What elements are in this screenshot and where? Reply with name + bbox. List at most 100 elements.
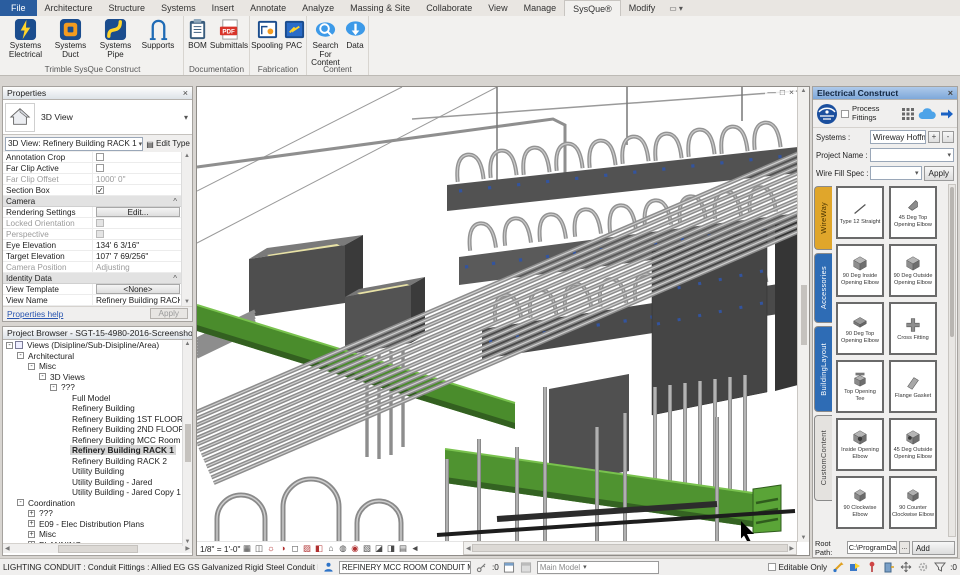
fitting-card[interactable]: Flange Gasket xyxy=(889,360,937,413)
ribbon-display-toggle[interactable]: ▭▾ xyxy=(663,0,689,16)
worksharing-display-icon[interactable]: ▧ xyxy=(361,542,372,555)
tree-item[interactable]: ??? xyxy=(3,508,192,519)
submittals-button[interactable]: PDF Submittals xyxy=(210,18,248,51)
tab-architecture[interactable]: Architecture xyxy=(37,0,101,16)
scale-label[interactable]: 1/8" = 1'-0" xyxy=(200,544,240,554)
unlock-view-icon[interactable]: ⌂ xyxy=(325,542,336,555)
target-elevation-value[interactable]: 107' 7 69/256" xyxy=(93,251,180,261)
tree-item[interactable]: Refinery Building MCC Room xyxy=(3,435,192,446)
fitting-card[interactable]: 90 Deg Top Opening Elbow xyxy=(836,302,884,355)
process-fittings-checkbox[interactable] xyxy=(841,110,849,118)
tab-massing-site[interactable]: Massing & Site xyxy=(342,0,418,16)
expand-box-icon[interactable] xyxy=(28,541,35,544)
collapse-bar-icon[interactable]: ◄ xyxy=(409,542,420,555)
expand-box-icon[interactable] xyxy=(28,520,35,527)
tab-manage[interactable]: Manage xyxy=(516,0,565,16)
fitting-card[interactable]: 90 Clockwise Elbow xyxy=(836,476,884,529)
collapse-box-icon[interactable] xyxy=(17,352,24,359)
shadows-icon[interactable]: ◑ xyxy=(277,542,288,555)
systems-combobox[interactable]: Wireway Hoffma▾ xyxy=(870,130,926,144)
tree-item[interactable]: 3D Views xyxy=(3,372,192,383)
section-box-checkbox[interactable] xyxy=(96,186,104,194)
cloud-icon[interactable] xyxy=(918,107,936,120)
type-selector[interactable]: 3D View ▾ xyxy=(3,100,192,135)
editable-only-checkbox[interactable] xyxy=(768,563,776,571)
displacement-icon[interactable]: ◨ xyxy=(385,542,396,555)
collapse-box-icon[interactable] xyxy=(50,384,57,391)
tree-item[interactable]: Coordination xyxy=(3,498,192,509)
fitting-card[interactable]: 45 Deg Outside Opening Elbow xyxy=(889,418,937,471)
arrow-right-icon[interactable] xyxy=(940,108,954,120)
project-browser-title-bar[interactable]: Project Browser - SGT-15-4980-2016-Scree… xyxy=(3,327,192,340)
pac-button[interactable]: PAC xyxy=(283,18,305,51)
systems-electrical-button[interactable]: Systems Electrical xyxy=(3,18,48,59)
tree-item[interactable]: PLANNING xyxy=(3,540,192,545)
collapse-box-icon[interactable] xyxy=(39,373,46,380)
tab-insert[interactable]: Insert xyxy=(204,0,243,16)
annotation-crop-checkbox[interactable] xyxy=(96,153,104,161)
browser-horizontal-scrollbar[interactable]: ◀▶ xyxy=(3,544,192,553)
project-name-combobox[interactable]: ▾ xyxy=(870,148,954,162)
show-crop-icon[interactable]: ◧ xyxy=(313,542,324,555)
tree-item[interactable]: Refinery Building 2ND FLOOR xyxy=(3,424,192,435)
editing-requests-icon[interactable] xyxy=(322,561,335,574)
requests-key-icon[interactable] xyxy=(475,561,488,574)
worksets-dialog-icon[interactable] xyxy=(503,561,516,574)
fitting-card[interactable]: 90 Deg Outside Opening Elbow xyxy=(889,244,937,297)
tab-file[interactable]: File xyxy=(0,0,37,16)
fitting-card[interactable]: 90 Deg Inside Opening Elbow xyxy=(836,244,884,297)
view-type-combobox[interactable]: 3D View: Refinery Building RACK 1 ▾ xyxy=(5,137,143,151)
tab-customcontent[interactable]: CustomContent xyxy=(814,415,832,501)
close-icon[interactable]: × xyxy=(789,87,794,97)
editable-only-toggle[interactable]: Editable Only xyxy=(768,563,827,572)
tree-item[interactable]: Refinery Building 1ST FLOOR xyxy=(3,414,192,425)
exclude-options-icon[interactable] xyxy=(882,561,895,574)
collapse-box-icon[interactable] xyxy=(6,342,13,349)
tree-item[interactable]: Misc xyxy=(3,361,192,372)
reveal-hidden-icon[interactable]: ◉ xyxy=(349,542,360,555)
spooling-button[interactable]: Spooling xyxy=(251,18,283,51)
conduit-type-combobox[interactable]: REFINERY MCC ROOM CONDUIT M▾ xyxy=(339,561,471,574)
fitting-card[interactable]: Top Opening Tee xyxy=(836,360,884,413)
expand-box-icon[interactable] xyxy=(28,510,35,517)
browser-vertical-scrollbar[interactable]: ▲▼ xyxy=(182,340,192,546)
fitting-card[interactable]: 90 Counter Clockwise Elbow xyxy=(889,476,937,529)
browse-button[interactable]: ... xyxy=(899,541,910,554)
tab-structure[interactable]: Structure xyxy=(101,0,154,16)
temporary-hide-icon[interactable]: ◍ xyxy=(337,542,348,555)
crop-view-icon[interactable]: ▨ xyxy=(301,542,312,555)
collapse-box-icon[interactable] xyxy=(17,499,24,506)
collapse-box-icon[interactable] xyxy=(28,363,35,370)
eye-elevation-value[interactable]: 134' 6 3/16" xyxy=(93,240,180,250)
properties-title-bar[interactable]: Properties × xyxy=(3,87,192,100)
section-header-camera[interactable]: Camera xyxy=(3,196,192,207)
tree-item[interactable]: Refinery Building xyxy=(3,403,192,414)
tree-item[interactable]: ??? xyxy=(3,382,192,393)
grid-icon[interactable] xyxy=(902,108,914,120)
tab-analyze[interactable]: Analyze xyxy=(294,0,342,16)
fitting-card[interactable]: 45 Deg Top Opening Elbow xyxy=(889,186,937,239)
tab-annotate[interactable]: Annotate xyxy=(242,0,294,16)
link-display-icon[interactable] xyxy=(848,561,861,574)
view-vertical-scrollbar[interactable]: ▲▼ xyxy=(797,87,809,542)
close-icon[interactable]: × xyxy=(945,88,953,98)
minimize-icon[interactable]: — xyxy=(767,87,776,97)
electrical-construct-title-bar[interactable]: Electrical Construct × xyxy=(813,87,957,100)
tree-item[interactable]: Utility Building - Jared xyxy=(3,477,192,488)
tree-item[interactable]: Views (Disipline/Sub-Disipline/Area) xyxy=(3,340,192,351)
far-clip-active-checkbox[interactable] xyxy=(96,164,104,172)
pin-icon[interactable] xyxy=(865,561,878,574)
bom-button[interactable]: BOM xyxy=(185,18,210,51)
properties-help-link[interactable]: Properties help xyxy=(7,309,63,319)
tab-view[interactable]: View xyxy=(480,0,515,16)
tab-buildinglayout[interactable]: BuildingLayout xyxy=(814,326,832,412)
rendering-dialog-icon[interactable]: ◻ xyxy=(289,542,300,555)
restore-icon[interactable]: □ xyxy=(780,87,785,97)
close-icon[interactable]: × xyxy=(180,88,188,98)
expand-box-icon[interactable] xyxy=(28,531,35,538)
sun-path-icon[interactable]: ☼ xyxy=(265,542,276,555)
view-horizontal-scrollbar[interactable]: ◀▶ xyxy=(463,541,797,555)
temporary-view-properties-icon[interactable]: ◪ xyxy=(373,542,384,555)
tree-item[interactable]: Utility Building xyxy=(3,466,192,477)
tree-item[interactable]: Refinery Building RACK 2 xyxy=(3,456,192,467)
